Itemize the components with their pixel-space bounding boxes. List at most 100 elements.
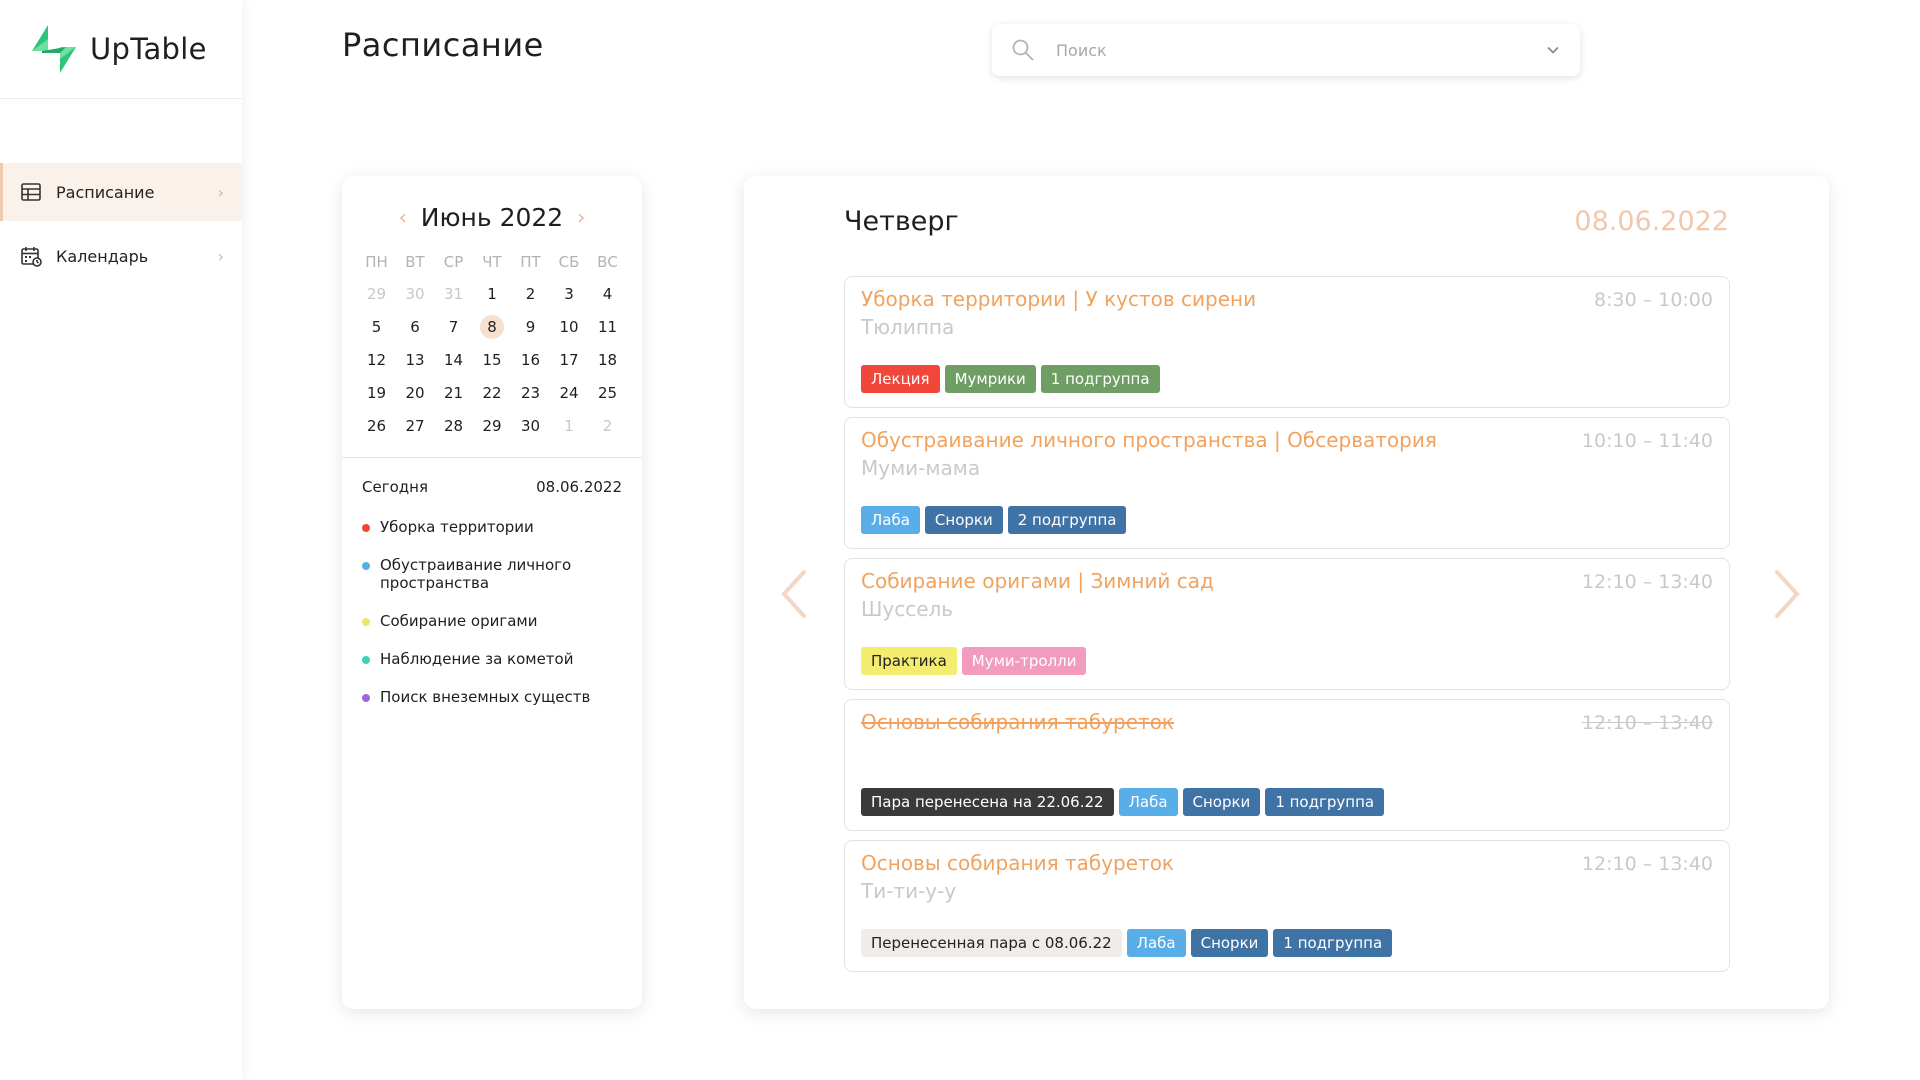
lesson-title: Уборка территории | У кустов сирени bbox=[861, 287, 1257, 311]
calendar-day[interactable]: 20 bbox=[396, 377, 435, 410]
calendar-day[interactable]: 13 bbox=[396, 344, 435, 377]
calendar-day[interactable]: 29 bbox=[357, 278, 396, 311]
calendar-day-number: 2 bbox=[525, 285, 536, 303]
prev-day-chevron-icon[interactable] bbox=[774, 564, 814, 624]
calendar-day[interactable]: 4 bbox=[588, 278, 627, 311]
lesson-tag: 1 подгруппа bbox=[1273, 929, 1393, 957]
calendar-day[interactable]: 14 bbox=[434, 344, 473, 377]
calendar-day[interactable]: 18 bbox=[588, 344, 627, 377]
today-row: Сегодня 08.06.2022 bbox=[342, 458, 642, 496]
calendar-day[interactable]: 30 bbox=[511, 410, 550, 443]
search-icon bbox=[1012, 39, 1034, 61]
calendar-day[interactable]: 2 bbox=[511, 278, 550, 311]
sidebar-item-label: Расписание bbox=[56, 182, 155, 202]
lesson-tag: Снорки bbox=[1190, 929, 1269, 957]
lesson-card[interactable]: Уборка территории | У кустов сирени Тюлип… bbox=[844, 276, 1730, 408]
calendar-day[interactable]: 24 bbox=[550, 377, 589, 410]
calendar-header: ‹ Июнь 2022 › bbox=[342, 176, 642, 242]
weekday-header: ВС bbox=[597, 253, 618, 271]
today-label: Сегодня bbox=[362, 478, 428, 496]
chevron-right-icon: › bbox=[217, 182, 224, 202]
event-color-dot bbox=[362, 524, 370, 532]
sidebar-item-schedule[interactable]: Расписание › bbox=[0, 163, 242, 221]
calendar-day[interactable]: 2 bbox=[588, 410, 627, 443]
lesson-card[interactable]: Обустраивание личного пространства | Обс… bbox=[844, 417, 1730, 549]
calendar-day-number: 19 bbox=[366, 384, 387, 402]
logo[interactable]: UpTable bbox=[0, 0, 242, 99]
prev-month-chevron-icon[interactable]: ‹ bbox=[389, 205, 417, 229]
calendar-day-number: 2 bbox=[602, 417, 613, 435]
search-bar[interactable] bbox=[992, 24, 1580, 76]
calendar-day[interactable]: 25 bbox=[588, 377, 627, 410]
lesson-teacher: Шуссель bbox=[861, 597, 954, 621]
calendar-day[interactable]: 1 bbox=[550, 410, 589, 443]
calendar-day-today[interactable]: 8 bbox=[473, 311, 512, 344]
calendar-day[interactable]: 12 bbox=[357, 344, 396, 377]
calendar-day-number: 31 bbox=[443, 285, 464, 303]
lesson-tags: Лекция Мумрики 1 подгруппа bbox=[861, 365, 1160, 393]
sidebar-nav: Расписание › Календарь › bbox=[0, 163, 242, 285]
calendar-day-number: 23 bbox=[520, 384, 541, 402]
calendar-day-number: 15 bbox=[482, 351, 502, 369]
lesson-tag: 1 подгруппа bbox=[1040, 365, 1160, 393]
lesson-card[interactable]: Собирание оригами | Зимний сад Шуссель 12:… bbox=[844, 558, 1730, 690]
lesson-tags: Практика Муми-тролли bbox=[861, 647, 1087, 675]
calendar-day[interactable]: 29 bbox=[473, 410, 512, 443]
today-event-item[interactable]: Уборка территории bbox=[362, 518, 622, 536]
next-month-chevron-icon[interactable]: › bbox=[567, 205, 595, 229]
lesson-card[interactable]: Основы собирания табуреток Ти-ти-у-у 12:10… bbox=[844, 840, 1730, 972]
sidebar-item-calendar[interactable]: Календарь › bbox=[0, 227, 242, 285]
calendar-day[interactable]: 9 bbox=[511, 311, 550, 344]
calendar-day[interactable]: 16 bbox=[511, 344, 550, 377]
calendar-icon bbox=[20, 245, 42, 267]
chevron-down-icon[interactable] bbox=[1544, 41, 1562, 59]
lesson-time: 8:30 – 10:00 bbox=[1593, 289, 1713, 311]
calendar-day[interactable]: 5 bbox=[357, 311, 396, 344]
event-color-dot bbox=[362, 694, 370, 702]
lesson-tag: Перенесенная пара с 08.06.22 bbox=[861, 929, 1122, 957]
today-event-item[interactable]: Поиск внеземных существ bbox=[362, 688, 622, 706]
calendar-day[interactable]: 15 bbox=[473, 344, 512, 377]
lesson-card[interactable]: Основы собирания табуреток 12:10 – 13:40 П… bbox=[844, 699, 1730, 831]
calendar-day[interactable]: 21 bbox=[434, 377, 473, 410]
calendar-day[interactable]: 3 bbox=[550, 278, 589, 311]
calendar-day[interactable]: 6 bbox=[396, 311, 435, 344]
calendar-day[interactable]: 27 bbox=[396, 410, 435, 443]
day-date: 08.06.2022 bbox=[1574, 206, 1729, 237]
calendar-day-number: 13 bbox=[405, 351, 425, 369]
today-event-item[interactable]: Наблюдение за кометой bbox=[362, 650, 622, 668]
calendar-day[interactable]: 22 bbox=[473, 377, 512, 410]
calendar-day-number: 10 bbox=[559, 318, 579, 336]
calendar-day[interactable]: 19 bbox=[357, 377, 396, 410]
today-event-item[interactable]: Собирание оригами bbox=[362, 612, 622, 630]
today-event-item[interactable]: Обустраивание личного пространства bbox=[362, 556, 622, 592]
lesson-tag: Муми-тролли bbox=[961, 647, 1087, 675]
calendar-day[interactable]: 23 bbox=[511, 377, 550, 410]
lesson-time: 10:10 – 11:40 bbox=[1581, 430, 1713, 452]
weekday-header: СР bbox=[443, 253, 464, 271]
calendar-day-number: 30 bbox=[520, 417, 541, 435]
lesson-tag: Снорки bbox=[924, 506, 1003, 534]
calendar-day[interactable]: 30 bbox=[396, 278, 435, 311]
calendar-day[interactable]: 28 bbox=[434, 410, 473, 443]
event-label: Собирание оригами bbox=[380, 612, 538, 630]
calendar-day[interactable]: 7 bbox=[434, 311, 473, 344]
lesson-list: Уборка территории | У кустов сирени Тюлип… bbox=[844, 276, 1730, 981]
calendar-day-number: 26 bbox=[366, 417, 387, 435]
calendar-day-number: 9 bbox=[525, 318, 536, 336]
calendar-day[interactable]: 11 bbox=[588, 311, 627, 344]
calendar-day[interactable]: 26 bbox=[357, 410, 396, 443]
next-day-chevron-icon[interactable] bbox=[1767, 564, 1807, 624]
calendar-day[interactable]: 10 bbox=[550, 311, 589, 344]
search-input[interactable] bbox=[1056, 40, 1544, 60]
event-label: Уборка территории bbox=[380, 518, 534, 536]
lesson-teacher bbox=[861, 738, 1713, 762]
calendar-month-label: Июнь 2022 bbox=[420, 202, 564, 232]
calendar-day-number: 16 bbox=[520, 351, 541, 369]
calendar-day[interactable]: 1 bbox=[473, 278, 512, 311]
lesson-tag: 2 подгруппа bbox=[1007, 506, 1127, 534]
calendar-day[interactable]: 31 bbox=[434, 278, 473, 311]
lesson-tags: Пара перенесена на 22.06.22 Лаба Снорки 1 п… bbox=[861, 788, 1385, 816]
calendar-day[interactable]: 17 bbox=[550, 344, 589, 377]
lesson-tag: Снорки bbox=[1182, 788, 1261, 816]
